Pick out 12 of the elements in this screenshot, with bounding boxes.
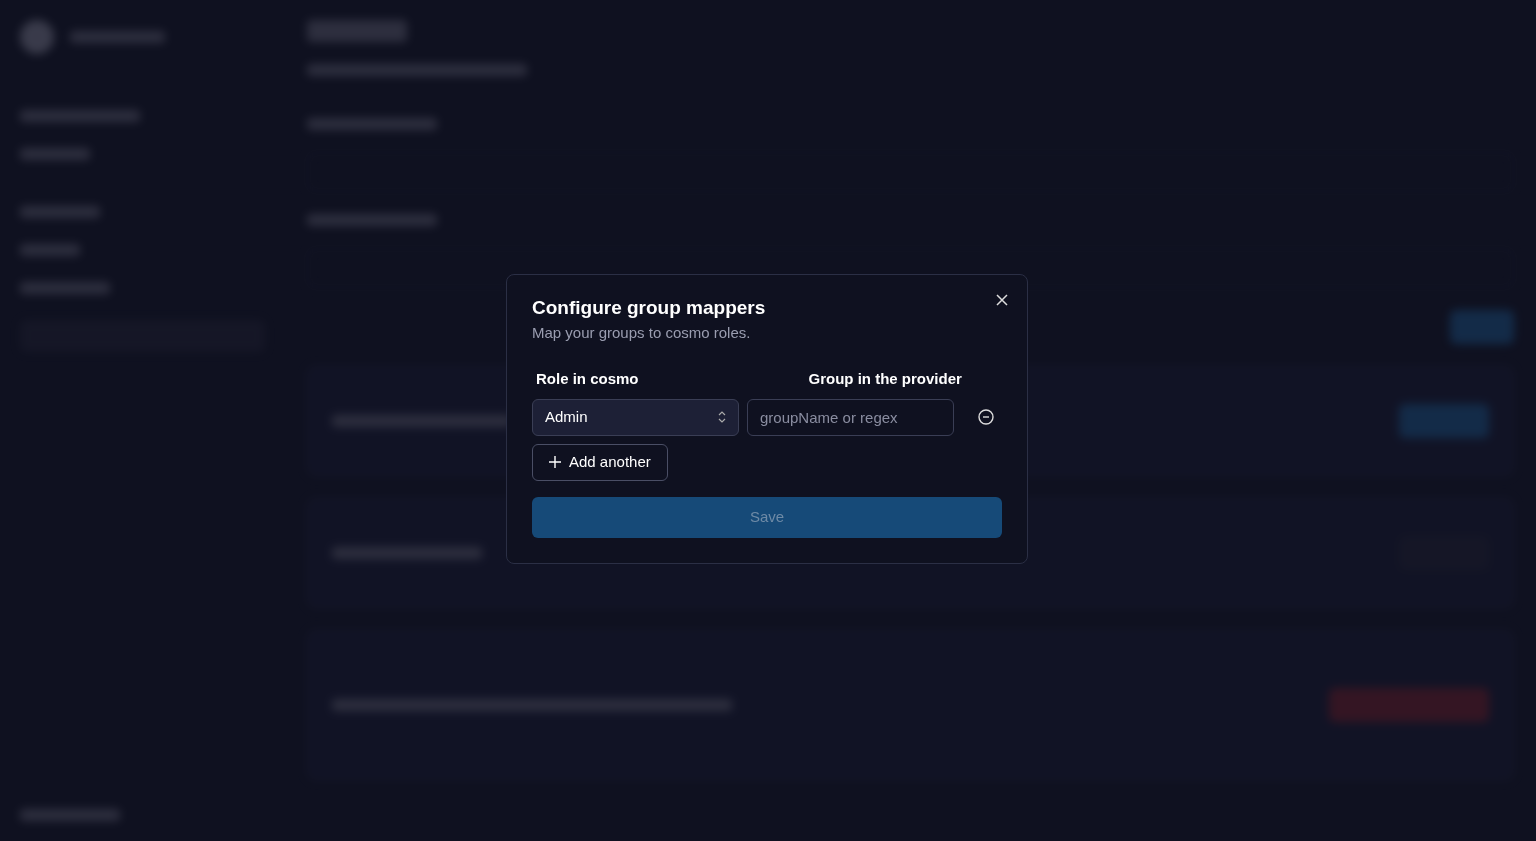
minus-circle-icon [978, 409, 994, 426]
column-header: Group in the provider [808, 369, 962, 390]
close-icon [995, 293, 1009, 307]
add-another-button[interactable]: Add another [532, 443, 668, 481]
chevron-up-down-icon [718, 411, 726, 424]
plus-icon [549, 456, 561, 469]
column-header: Role in cosmo [535, 369, 639, 390]
group-input-field[interactable]: groupName or regex [747, 398, 954, 436]
role-select[interactable]: Admin [532, 398, 739, 436]
dialog-title: Configure group mappers [532, 297, 767, 320]
remove-button[interactable] [978, 409, 994, 426]
dialog-subtitle: Map your groups to cosmo roles. [532, 322, 752, 343]
